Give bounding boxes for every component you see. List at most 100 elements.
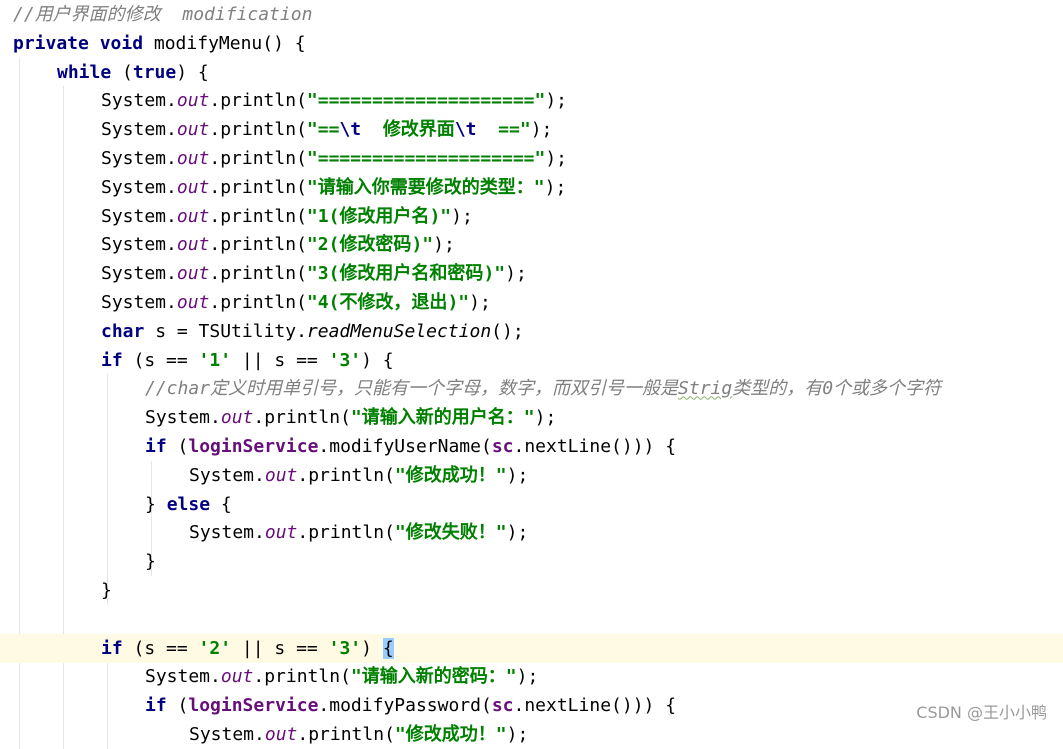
code-token: System.: [189, 522, 265, 544]
code-token: if: [101, 637, 123, 659]
code-line[interactable]: System.out.println("修改失败！");: [0, 518, 1063, 547]
code-line[interactable]: } else {: [0, 490, 1063, 519]
code-token: .modifyUserName(: [318, 436, 492, 457]
code-line[interactable]: if (loginService.modifyUserName(sc.nextL…: [0, 432, 1063, 461]
code-token: \t: [339, 119, 362, 141]
code-line-current[interactable]: if (s == '2' || s == '3') {: [0, 633, 1063, 663]
code-line[interactable]: private void modifyMenu() {: [0, 29, 1063, 58]
code-line[interactable]: if (s == '1' || s == '3') {: [0, 346, 1063, 375]
code-token: );: [469, 292, 491, 313]
code-line[interactable]: System.out.println("4(不修改，退出)");: [0, 288, 1063, 317]
code-token: modifyMenu() {: [143, 32, 306, 54]
code-token: .println(: [297, 724, 395, 745]
code-token: else: [166, 493, 211, 515]
code-token: out: [176, 90, 210, 112]
code-token: }: [145, 493, 167, 515]
code-line[interactable]: System.out.println("====================…: [0, 144, 1063, 173]
code-token: loginService: [188, 695, 319, 717]
code-token: (s ==: [122, 637, 199, 659]
code-token: out: [176, 148, 210, 169]
code-line[interactable]: System.out.println("请输入你需要修改的类型：");: [0, 173, 1063, 202]
code-token: out: [176, 234, 210, 256]
code-line[interactable]: [0, 605, 1063, 634]
code-token: "1(修改用户名)": [306, 205, 452, 227]
code-token: out: [176, 292, 210, 313]
code-token: );: [506, 464, 529, 486]
code-token: ==": [476, 119, 531, 141]
code-line[interactable]: System.out.println("修改成功！");: [0, 720, 1063, 749]
code-token: //char定义时用单引号，只能有一个字母，数字，而双引号一般是: [145, 378, 679, 400]
code-token: (: [166, 695, 189, 717]
code-token: "====================": [306, 90, 546, 112]
code-line[interactable]: System.out.println("请输入新的用户名：");: [0, 403, 1063, 432]
code-token: );: [505, 263, 527, 285]
code-token: s = TSUtility.: [144, 320, 307, 342]
code-line[interactable]: }: [0, 576, 1063, 605]
code-token: if: [145, 695, 167, 717]
code-token: || s ==: [231, 637, 329, 659]
code-token: System.: [145, 666, 221, 688]
code-line[interactable]: char s = TSUtility.readMenuSelection();: [0, 317, 1063, 346]
code-token: }: [145, 551, 156, 573]
code-line[interactable]: //char定义时用单引号，只能有一个字母，数字，而双引号一般是Strig类型的…: [0, 374, 1063, 403]
code-line[interactable]: System.out.println("3(修改用户名和密码)");: [0, 259, 1063, 288]
code-token: System.: [101, 292, 177, 313]
code-token: .nextLine())) {: [513, 695, 677, 717]
code-line[interactable]: //用户界面的修改 modification: [0, 0, 1063, 29]
code-token: System.: [145, 407, 221, 429]
code-line[interactable]: System.out.println("2(修改密码)");: [0, 230, 1063, 259]
code-line[interactable]: System.out.println("请输入新的密码：");: [0, 662, 1063, 691]
code-token: out: [264, 464, 298, 486]
code-token: out: [176, 263, 210, 285]
code-token: "修改成功！": [394, 464, 507, 486]
code-token: .println(: [297, 464, 395, 486]
code-line[interactable]: System.out.println("==\t 修改界面\t ==");: [0, 115, 1063, 144]
code-token: (: [111, 61, 133, 83]
code-token: System.: [101, 263, 177, 285]
code-token: "2(修改密码)": [306, 234, 434, 256]
code-token: {: [382, 637, 394, 659]
code-token: System.: [101, 90, 177, 112]
code-token: .println(: [209, 292, 307, 313]
code-editor[interactable]: //用户界面的修改 modification private void modif…: [0, 0, 1063, 749]
code-token: '3': [328, 637, 362, 659]
code-token: \t: [454, 119, 477, 141]
code-token: if: [145, 436, 167, 457]
code-token: 类型的，有0个或多个字符: [732, 378, 942, 400]
code-token: .println(: [209, 148, 307, 169]
code-token: ): [361, 637, 383, 659]
code-token: //用户界面的修改 modification: [13, 4, 313, 25]
code-token: while: [57, 61, 112, 83]
code-token: .println(: [209, 119, 307, 141]
code-line[interactable]: if (loginService.modifyPassword(sc.nextL…: [0, 691, 1063, 720]
code-token: );: [534, 407, 557, 429]
code-token: );: [451, 205, 473, 227]
code-token: '3': [328, 349, 362, 371]
code-token: ) {: [361, 349, 394, 371]
code-token: out: [176, 205, 210, 227]
code-token: .modifyPassword(: [318, 695, 492, 717]
code-token: private void: [13, 32, 144, 54]
code-token: if: [101, 349, 123, 371]
code-token: "====================": [306, 148, 546, 169]
code-line[interactable]: System.out.println("修改成功！");: [0, 461, 1063, 490]
code-line[interactable]: while (true) {: [0, 58, 1063, 87]
code-token: Strig: [678, 378, 733, 400]
code-token: System.: [189, 724, 265, 745]
code-line[interactable]: System.out.println("====================…: [0, 86, 1063, 115]
code-token: (: [166, 436, 189, 457]
code-line[interactable]: System.out.println("1(修改用户名)");: [0, 202, 1063, 231]
code-token: .println(: [297, 522, 395, 544]
code-token: .println(: [209, 234, 307, 256]
code-token: ();: [491, 320, 524, 342]
code-token: "修改失败！": [394, 522, 507, 544]
code-token: out: [220, 407, 254, 429]
code-token: {: [210, 493, 232, 515]
code-token: ) {: [176, 61, 209, 83]
code-token: .println(: [253, 407, 351, 429]
code-token: .println(: [209, 263, 307, 285]
code-line[interactable]: }: [0, 547, 1063, 576]
code-token: (s ==: [122, 349, 199, 371]
code-token: "请输入新的用户名：": [350, 407, 535, 429]
code-token: );: [545, 148, 568, 169]
